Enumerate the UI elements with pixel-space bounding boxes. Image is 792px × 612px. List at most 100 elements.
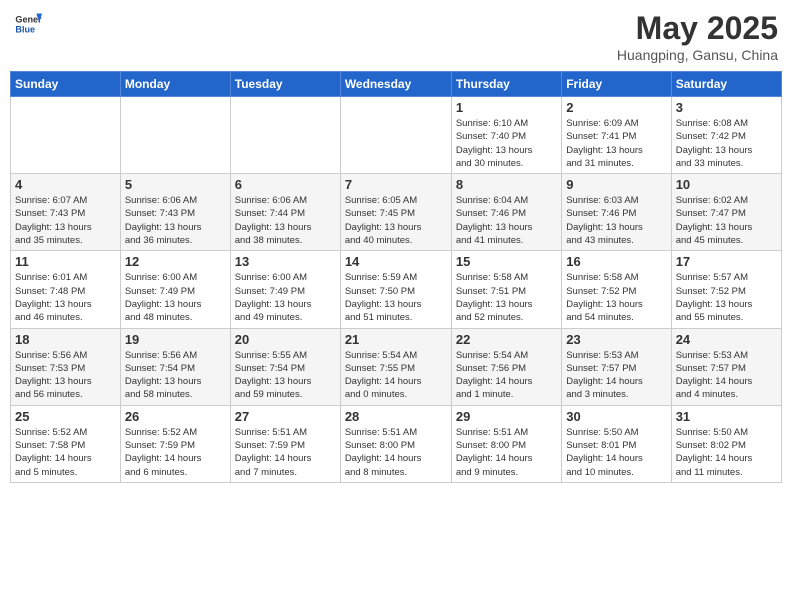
day-info: Sunrise: 5:53 AM Sunset: 7:57 PM Dayligh… [566,349,666,402]
day-cell: 29 Sunrise: 5:51 AM Sunset: 8:00 PM Dayli… [451,405,561,482]
day-cell: 17 Sunrise: 5:57 AM Sunset: 7:52 PM Dayli… [671,251,781,328]
day-number: 6 [235,177,336,192]
day-number: 27 [235,409,336,424]
day-info: Sunrise: 6:06 AM Sunset: 7:43 PM Dayligh… [125,194,226,247]
day-info: Sunrise: 6:03 AM Sunset: 7:46 PM Dayligh… [566,194,666,247]
day-info: Sunrise: 5:54 AM Sunset: 7:55 PM Dayligh… [345,349,447,402]
week-row-3: 11 Sunrise: 6:01 AM Sunset: 7:48 PM Dayli… [11,251,782,328]
day-cell: 27 Sunrise: 5:51 AM Sunset: 7:59 PM Dayli… [230,405,340,482]
day-number: 9 [566,177,666,192]
day-info: Sunrise: 6:01 AM Sunset: 7:48 PM Dayligh… [15,271,116,324]
page-header: General Blue May 2025 Huangping, Gansu, … [10,10,782,63]
day-cell: 10 Sunrise: 6:02 AM Sunset: 7:47 PM Dayli… [671,174,781,251]
day-number: 20 [235,332,336,347]
day-cell: 31 Sunrise: 5:50 AM Sunset: 8:02 PM Dayli… [671,405,781,482]
page-location: Huangping, Gansu, China [617,47,778,63]
day-cell: 14Sunrise: 5:59 AM Sunset: 7:50 PM Dayli… [340,251,451,328]
day-number: 4 [15,177,116,192]
day-cell: 20 Sunrise: 5:55 AM Sunset: 7:54 PM Dayli… [230,328,340,405]
day-cell: 22Sunrise: 5:54 AM Sunset: 7:56 PM Dayli… [451,328,561,405]
week-row-4: 18 Sunrise: 5:56 AM Sunset: 7:53 PM Dayli… [11,328,782,405]
day-number: 1 [456,100,557,115]
day-cell: 1 Sunrise: 6:10 AM Sunset: 7:40 PM Daylig… [451,97,561,174]
weekday-header-wednesday: Wednesday [340,72,451,97]
day-cell [230,97,340,174]
day-number: 17 [676,254,777,269]
day-number: 31 [676,409,777,424]
day-cell: 24 Sunrise: 5:53 AM Sunset: 7:57 PM Dayli… [671,328,781,405]
day-number: 10 [676,177,777,192]
day-info: Sunrise: 6:00 AM Sunset: 7:49 PM Dayligh… [125,271,226,324]
logo-icon: General Blue [14,10,42,38]
day-cell: 6 Sunrise: 6:06 AM Sunset: 7:44 PM Daylig… [230,174,340,251]
day-cell: 11 Sunrise: 6:01 AM Sunset: 7:48 PM Dayli… [11,251,121,328]
weekday-header-tuesday: Tuesday [230,72,340,97]
day-number: 23 [566,332,666,347]
day-cell: 30Sunrise: 5:50 AM Sunset: 8:01 PM Dayli… [562,405,671,482]
day-info: Sunrise: 6:10 AM Sunset: 7:40 PM Dayligh… [456,117,557,170]
day-info: Sunrise: 6:04 AM Sunset: 7:46 PM Dayligh… [456,194,557,247]
day-info: Sunrise: 5:51 AM Sunset: 8:00 PM Dayligh… [345,426,447,479]
day-info: Sunrise: 5:56 AM Sunset: 7:53 PM Dayligh… [15,349,116,402]
day-number: 8 [456,177,557,192]
day-number: 13 [235,254,336,269]
day-number: 24 [676,332,777,347]
weekday-header-saturday: Saturday [671,72,781,97]
day-info: Sunrise: 5:57 AM Sunset: 7:52 PM Dayligh… [676,271,777,324]
day-cell: 19 Sunrise: 5:56 AM Sunset: 7:54 PM Dayli… [120,328,230,405]
day-cell: 26 Sunrise: 5:52 AM Sunset: 7:59 PM Dayli… [120,405,230,482]
day-info: Sunrise: 5:52 AM Sunset: 7:59 PM Dayligh… [125,426,226,479]
day-number: 25 [15,409,116,424]
day-info: Sunrise: 5:53 AM Sunset: 7:57 PM Dayligh… [676,349,777,402]
day-cell: 4 Sunrise: 6:07 AM Sunset: 7:43 PM Daylig… [11,174,121,251]
logo: General Blue [14,10,42,38]
weekday-header-row: SundayMondayTuesdayWednesdayThursdayFrid… [11,72,782,97]
calendar-table: SundayMondayTuesdayWednesdayThursdayFrid… [10,71,782,483]
day-info: Sunrise: 6:06 AM Sunset: 7:44 PM Dayligh… [235,194,336,247]
weekday-header-monday: Monday [120,72,230,97]
day-cell [11,97,121,174]
day-info: Sunrise: 5:51 AM Sunset: 8:00 PM Dayligh… [456,426,557,479]
svg-text:Blue: Blue [15,24,35,34]
week-row-2: 4 Sunrise: 6:07 AM Sunset: 7:43 PM Daylig… [11,174,782,251]
day-info: Sunrise: 5:50 AM Sunset: 8:02 PM Dayligh… [676,426,777,479]
day-cell: 25Sunrise: 5:52 AM Sunset: 7:58 PM Dayli… [11,405,121,482]
day-info: Sunrise: 5:51 AM Sunset: 7:59 PM Dayligh… [235,426,336,479]
day-cell: 5 Sunrise: 6:06 AM Sunset: 7:43 PM Daylig… [120,174,230,251]
day-cell: 16Sunrise: 5:58 AM Sunset: 7:52 PM Dayli… [562,251,671,328]
day-info: Sunrise: 5:56 AM Sunset: 7:54 PM Dayligh… [125,349,226,402]
day-number: 30 [566,409,666,424]
day-number: 26 [125,409,226,424]
day-info: Sunrise: 6:07 AM Sunset: 7:43 PM Dayligh… [15,194,116,247]
day-info: Sunrise: 5:58 AM Sunset: 7:52 PM Dayligh… [566,271,666,324]
day-number: 18 [15,332,116,347]
day-number: 21 [345,332,447,347]
weekday-header-friday: Friday [562,72,671,97]
day-cell [120,97,230,174]
week-row-5: 25Sunrise: 5:52 AM Sunset: 7:58 PM Dayli… [11,405,782,482]
day-number: 29 [456,409,557,424]
day-cell: 2Sunrise: 6:09 AM Sunset: 7:41 PM Daylig… [562,97,671,174]
day-info: Sunrise: 6:02 AM Sunset: 7:47 PM Dayligh… [676,194,777,247]
day-number: 22 [456,332,557,347]
day-number: 19 [125,332,226,347]
page-title: May 2025 [617,10,778,47]
day-cell: 28Sunrise: 5:51 AM Sunset: 8:00 PM Dayli… [340,405,451,482]
week-row-1: 1 Sunrise: 6:10 AM Sunset: 7:40 PM Daylig… [11,97,782,174]
day-cell: 18 Sunrise: 5:56 AM Sunset: 7:53 PM Dayli… [11,328,121,405]
day-info: Sunrise: 5:55 AM Sunset: 7:54 PM Dayligh… [235,349,336,402]
day-info: Sunrise: 5:59 AM Sunset: 7:50 PM Dayligh… [345,271,447,324]
weekday-header-thursday: Thursday [451,72,561,97]
day-number: 15 [456,254,557,269]
day-info: Sunrise: 6:05 AM Sunset: 7:45 PM Dayligh… [345,194,447,247]
day-cell: 21 Sunrise: 5:54 AM Sunset: 7:55 PM Dayli… [340,328,451,405]
day-cell: 13 Sunrise: 6:00 AM Sunset: 7:49 PM Dayli… [230,251,340,328]
day-number: 7 [345,177,447,192]
day-number: 11 [15,254,116,269]
day-info: Sunrise: 5:58 AM Sunset: 7:51 PM Dayligh… [456,271,557,324]
day-cell: 7 Sunrise: 6:05 AM Sunset: 7:45 PM Daylig… [340,174,451,251]
day-cell: 15 Sunrise: 5:58 AM Sunset: 7:51 PM Dayli… [451,251,561,328]
day-info: Sunrise: 6:00 AM Sunset: 7:49 PM Dayligh… [235,271,336,324]
day-cell: 9 Sunrise: 6:03 AM Sunset: 7:46 PM Daylig… [562,174,671,251]
day-number: 5 [125,177,226,192]
